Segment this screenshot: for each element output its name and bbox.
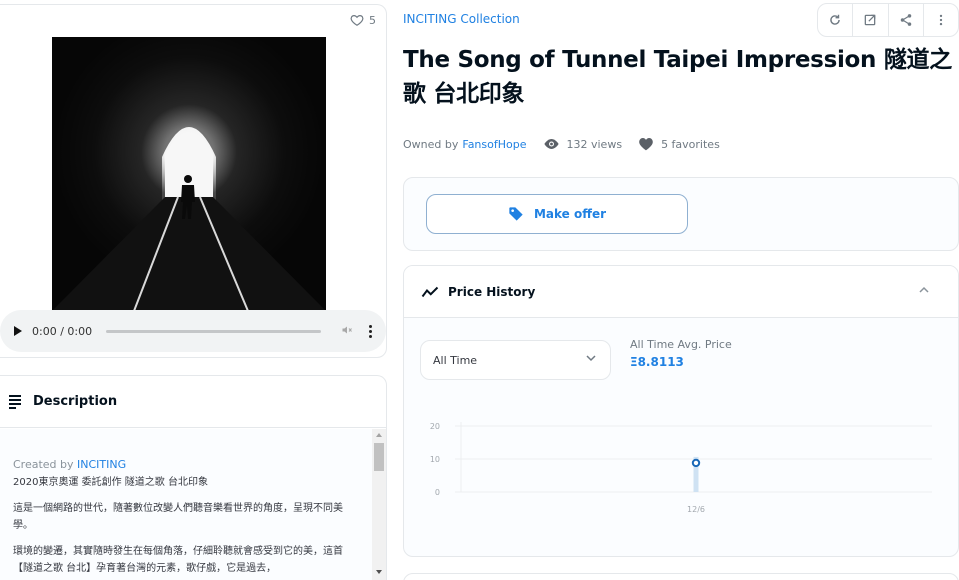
owned-by-label: Owned by: [403, 137, 459, 151]
chevron-up-icon[interactable]: [919, 286, 929, 293]
owner-link[interactable]: FansofHope: [462, 138, 526, 151]
audio-player: 0:00 / 0:00: [0, 310, 386, 352]
external-link-icon: [865, 14, 876, 26]
item-actions: [817, 3, 959, 37]
price-history-panel: Price History All Time All Time Avg. Pri…: [403, 265, 959, 557]
scroll-up-arrow[interactable]: [376, 433, 382, 437]
y-tick-label: 0: [435, 488, 440, 497]
media-card: 5: [0, 4, 387, 358]
refresh-button[interactable]: [818, 4, 854, 36]
description-paragraph: 2020東京奧運 委託創作 隧道之歌 台北印象: [13, 477, 208, 488]
heart-outline-icon: [350, 15, 364, 26]
description-title: Description: [33, 394, 118, 409]
created-by: Created by INCITING: [13, 458, 127, 471]
eye-icon: [543, 139, 559, 149]
avg-price-value: Ξ8.8113: [630, 355, 684, 369]
price-chart-svg: 0 10 20 12/6: [430, 422, 932, 514]
favorite-count: 5: [369, 13, 376, 27]
share-button[interactable]: [889, 4, 924, 36]
open-external-button[interactable]: [853, 4, 889, 36]
refresh-icon: [830, 14, 840, 25]
price-history-header[interactable]: Price History: [404, 266, 958, 318]
offer-panel: Make offer: [403, 177, 959, 251]
nft-item-page: 5 0:00 / 0:00 Description Created by INC…: [0, 0, 959, 580]
favorites-count: 5 favorites: [661, 137, 720, 151]
period-selected-value: All Time: [433, 353, 478, 367]
tunnel-artwork: [52, 37, 326, 311]
play-icon[interactable]: [14, 326, 22, 336]
audio-time: 0:00 / 0:00: [32, 324, 93, 338]
audio-more-icon[interactable]: [369, 324, 372, 338]
favorite-button[interactable]: 5: [350, 13, 376, 27]
views-stat: 132 views: [543, 137, 623, 151]
collection-link[interactable]: INCITING Collection: [403, 12, 520, 26]
creator-link[interactable]: INCITING: [77, 458, 126, 471]
description-header[interactable]: Description: [0, 376, 386, 428]
trend-line-icon: [421, 286, 439, 297]
period-select[interactable]: All Time: [420, 340, 611, 380]
description-body: Created by INCITING 2020東京奧運 委託創作 隧道之歌 台…: [0, 429, 386, 580]
heart-filled-icon: [639, 137, 653, 151]
price-tag-icon: [509, 207, 523, 221]
avg-price-label: All Time Avg. Price: [630, 338, 732, 351]
scroll-down-arrow[interactable]: [376, 570, 382, 574]
price-history-title: Price History: [448, 284, 536, 299]
more-options-button[interactable]: [924, 4, 958, 36]
make-offer-label: Make offer: [533, 207, 607, 221]
y-tick-label: 10: [430, 455, 440, 464]
description-icon: [9, 394, 21, 409]
price-chart: 0 10 20 12/6: [404, 406, 958, 536]
description-paragraph: 環境的變遷，其實隨時發生在每個角落，仔細聆聽就會感受到它的美，這首【隧道之歌 台…: [13, 546, 343, 574]
item-title: The Song of Tunnel Taipei Impression 隧道之…: [403, 47, 952, 107]
scroll-thumb[interactable]: [374, 443, 384, 471]
chevron-down-icon: [586, 355, 596, 362]
share-icon: [900, 14, 911, 26]
audio-seek-slider[interactable]: [106, 329, 321, 333]
favorites-stat: 5 favorites: [638, 137, 720, 151]
data-point: [691, 458, 701, 468]
y-tick-label: 20: [430, 422, 440, 431]
listings-panel: [403, 573, 959, 580]
description-scrollbar[interactable]: [372, 429, 386, 580]
x-tick-label: 12/6: [687, 505, 705, 514]
description-paragraph: 這是一個網路的世代，隨著數位改變人們聽音樂看世界的角度，呈現不同美學。: [13, 503, 343, 531]
description-panel: Description Created by INCITING 2020東京奧運…: [0, 375, 387, 580]
volume-muted-icon[interactable]: [341, 324, 353, 339]
more-vertical-icon: [939, 14, 943, 26]
make-offer-button[interactable]: Make offer: [426, 194, 688, 234]
artwork-image[interactable]: [52, 37, 326, 311]
item-meta: Owned by FansofHope 132 views 5 favorite…: [403, 137, 720, 151]
views-count: 132 views: [566, 137, 623, 151]
